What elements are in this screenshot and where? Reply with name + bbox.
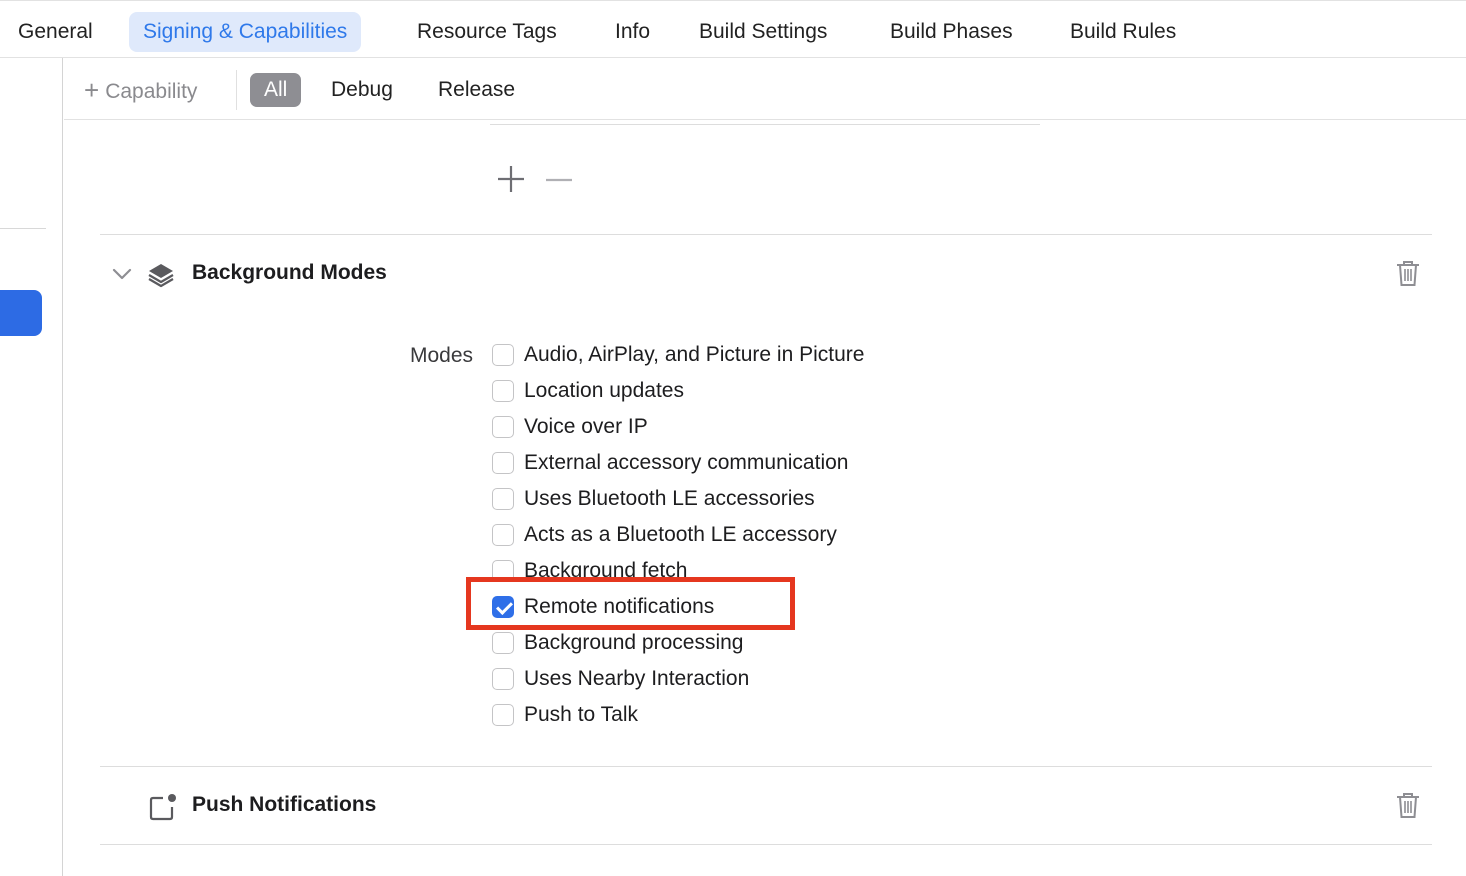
checkbox[interactable] <box>492 524 514 546</box>
notification-badge-icon <box>148 792 178 827</box>
delete-background-modes-button[interactable] <box>1394 258 1422 293</box>
sidebar-divider <box>0 228 46 229</box>
plus-icon: + <box>84 75 100 105</box>
checkbox[interactable] <box>492 488 514 510</box>
capability-filter-bar: + Capability All Debug Release <box>64 60 1466 120</box>
segment-debug[interactable]: Debug <box>317 73 407 107</box>
section-divider <box>100 766 1432 767</box>
mode-row-bluetooth-le-accessories[interactable]: Uses Bluetooth LE accessories <box>492 486 1012 516</box>
tab-resource-tags[interactable]: Resource Tags <box>403 12 571 52</box>
segment-release[interactable]: Release <box>424 73 529 107</box>
background-modes-title: Background Modes <box>192 261 387 284</box>
checkbox[interactable] <box>492 632 514 654</box>
mode-label: Audio, AirPlay, and Picture in Picture <box>524 343 865 366</box>
tab-general[interactable]: General <box>4 12 107 52</box>
checkbox[interactable] <box>492 704 514 726</box>
mode-row-bluetooth-le-accessory[interactable]: Acts as a Bluetooth LE accessory <box>492 522 1012 552</box>
checkbox[interactable] <box>492 452 514 474</box>
add-capability-label: Capability <box>105 80 198 103</box>
mode-label: Acts as a Bluetooth LE accessory <box>524 523 837 546</box>
tab-build-phases[interactable]: Build Phases <box>876 12 1027 52</box>
mode-row-external-accessory[interactable]: External accessory communication <box>492 450 1012 480</box>
tab-build-rules[interactable]: Build Rules <box>1056 12 1190 52</box>
mode-label: Location updates <box>524 379 684 402</box>
add-item-button[interactable] <box>496 164 526 200</box>
mode-row-push-to-talk[interactable]: Push to Talk <box>492 702 1012 732</box>
mode-row-background-processing[interactable]: Background processing <box>492 630 1012 660</box>
segment-all[interactable]: All <box>250 73 302 107</box>
mode-label: Push to Talk <box>524 703 639 726</box>
mode-label: Voice over IP <box>524 415 648 438</box>
trash-icon <box>1397 793 1419 818</box>
collapse-background-modes-button[interactable] <box>110 262 134 291</box>
mode-label: External accessory communication <box>524 451 849 474</box>
checkbox[interactable] <box>492 668 514 690</box>
mode-label: Uses Nearby Interaction <box>524 667 750 690</box>
checkbox[interactable] <box>492 380 514 402</box>
section-divider <box>100 844 1432 845</box>
editor-tab-bar: General Signing & Capabilities Resource … <box>0 0 1466 58</box>
remove-item-button[interactable] <box>544 164 574 199</box>
chevron-down-icon <box>112 268 132 280</box>
sidebar-selected-target[interactable] <box>0 290 42 336</box>
filter-separator <box>236 70 237 110</box>
plus-icon <box>498 166 524 192</box>
modes-label: Modes <box>410 344 474 367</box>
tab-build-settings[interactable]: Build Settings <box>685 12 841 52</box>
tab-signing-capabilities[interactable]: Signing & Capabilities <box>129 12 362 52</box>
push-notifications-title: Push Notifications <box>192 793 377 816</box>
highlight-annotation-box <box>466 577 795 630</box>
add-capability-button[interactable]: + Capability <box>84 73 197 107</box>
tab-info[interactable]: Info <box>601 12 664 52</box>
list-bottom-divider <box>490 124 1040 125</box>
minus-icon <box>546 178 572 182</box>
mode-row-voice-over-ip[interactable]: Voice over IP <box>492 414 1012 444</box>
mode-row-nearby-interaction[interactable]: Uses Nearby Interaction <box>492 666 1012 696</box>
checkbox[interactable] <box>492 416 514 438</box>
section-divider <box>100 234 1432 235</box>
layers-icon <box>146 260 176 295</box>
trash-icon <box>1397 261 1419 286</box>
mode-label: Background processing <box>524 631 744 654</box>
mode-row-location-updates[interactable]: Location updates <box>492 378 1012 408</box>
mode-label: Uses Bluetooth LE accessories <box>524 487 815 510</box>
delete-push-notifications-button[interactable] <box>1394 790 1422 825</box>
mode-row-audio[interactable]: Audio, AirPlay, and Picture in Picture <box>492 342 1012 372</box>
checkbox[interactable] <box>492 344 514 366</box>
targets-sidebar <box>0 58 63 876</box>
